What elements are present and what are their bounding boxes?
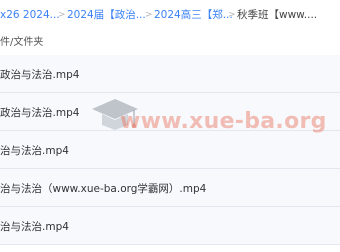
file-name: 治与法治.mp4: [0, 221, 69, 233]
file-name: 政治与法治.mp4: [0, 69, 80, 81]
breadcrumb-item-root[interactable]: x26 2024...: [0, 7, 60, 23]
file-list-header: 件/文件夹: [0, 37, 44, 48]
breadcrumb-item-course[interactable]: 2024届【政治...: [67, 7, 146, 23]
file-name: 治与法治.mp4: [0, 145, 69, 157]
file-row[interactable]: 政治与法治.mp4: [0, 93, 340, 131]
file-row[interactable]: 政治与法治.mp4: [0, 55, 340, 93]
file-name: 治与法治（www.xue-ba.org学霸网）.mp4: [0, 183, 207, 195]
breadcrumb-item-current: 秋季班【www....: [237, 9, 318, 21]
breadcrumb: x26 2024... > 2024届【政治... > 2024高三【郑... …: [0, 7, 340, 23]
file-list: 政治与法治.mp4 政治与法治.mp4 治与法治.mp4 治与法治（www.xu…: [0, 55, 340, 245]
chevron-right-icon: >: [228, 10, 236, 20]
file-row[interactable]: 治与法治.mp4: [0, 207, 340, 245]
chevron-right-icon: >: [145, 10, 153, 20]
breadcrumb-item-grade[interactable]: 2024高三【郑...: [154, 7, 233, 23]
chevron-right-icon: >: [58, 10, 66, 20]
file-row[interactable]: 治与法治（www.xue-ba.org学霸网）.mp4: [0, 169, 340, 207]
file-row[interactable]: 治与法治.mp4: [0, 131, 340, 169]
file-name: 政治与法治.mp4: [0, 107, 80, 119]
